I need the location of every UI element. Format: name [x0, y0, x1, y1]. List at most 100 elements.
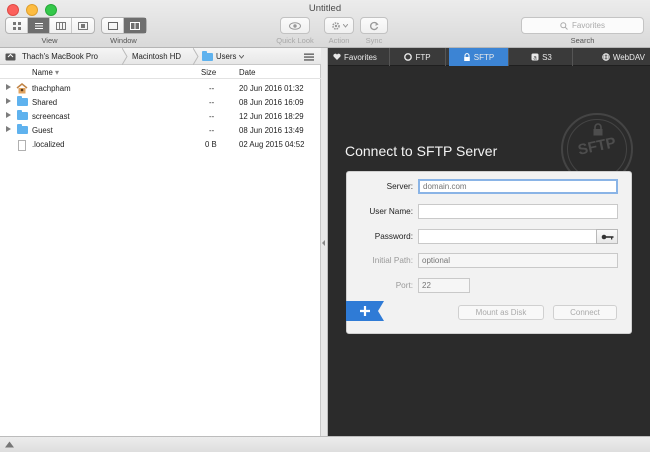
file-name: .localized [32, 140, 65, 149]
window-label: Window [110, 36, 137, 45]
keychain-button[interactable] [596, 229, 618, 244]
file-row[interactable]: Shared -- 08 Jun 2016 16:09 [0, 96, 321, 110]
tab-s3[interactable]: a S3 [511, 48, 573, 66]
single-pane-icon [107, 21, 118, 30]
file-row[interactable]: Guest -- 08 Jun 2016 13:49 [0, 124, 321, 138]
file-name: screencast [32, 112, 70, 121]
file-row[interactable]: screencast -- 12 Jun 2016 18:29 [0, 110, 321, 124]
folder-icon [17, 96, 28, 106]
column-header: Name ▾ Size Date [0, 66, 321, 79]
file-browser-pane: Thach's MacBook Pro Macintosh HD Users N… [0, 48, 321, 436]
date-column-header[interactable]: Date [239, 68, 255, 77]
path-segment-current[interactable]: Users [202, 48, 245, 65]
path-separator-icon [122, 48, 128, 65]
device-icon [5, 53, 16, 61]
column-view-button[interactable] [50, 18, 72, 33]
tab-label: Favorites [344, 52, 377, 62]
single-pane-button[interactable] [102, 18, 124, 33]
file-row[interactable]: thachpham -- 20 Jun 2016 01:32 [0, 82, 321, 96]
disclosure-triangle-icon[interactable] [6, 112, 11, 118]
file-name: Shared [32, 98, 58, 107]
file-size: -- [209, 112, 215, 121]
size-column-header[interactable]: Size [201, 68, 216, 77]
columns-icon [55, 21, 66, 30]
file-date: 08 Jun 2016 16:09 [239, 98, 304, 107]
view-mode-switcher [5, 17, 95, 34]
heart-icon [333, 53, 341, 60]
file-size: -- [209, 98, 215, 107]
disclosure-triangle-icon[interactable] [6, 126, 11, 132]
s3-icon: a [531, 53, 539, 61]
add-favorite-button[interactable] [346, 301, 384, 321]
home-folder-icon [16, 83, 28, 94]
search-field[interactable]: Favorites [521, 17, 644, 34]
action-label: Action [328, 36, 350, 45]
initial-path-input[interactable] [418, 253, 618, 268]
path-segment-computer[interactable]: Thach's MacBook Pro [22, 48, 98, 65]
tab-sftp[interactable]: SFTP [449, 48, 509, 66]
sort-arrow-icon: ▾ [54, 68, 59, 77]
view-label: View [41, 36, 58, 45]
name-column-header[interactable]: Name ▾ [32, 68, 59, 77]
server-input[interactable] [418, 179, 618, 194]
lock-icon [593, 123, 603, 136]
eye-icon [289, 21, 301, 30]
dual-pane-icon [130, 21, 140, 30]
tab-webdav[interactable]: WebDAV [573, 48, 650, 66]
tab-favorites[interactable]: Favorites [328, 48, 390, 66]
file-date: 20 Jun 2016 01:32 [239, 84, 304, 93]
folder-icon [17, 124, 28, 134]
connection-tabs: Favorites FTP SFTP a S3 WebDAV [328, 48, 650, 66]
file-size: -- [209, 126, 215, 135]
quick-look-label: Quick Look [276, 36, 314, 45]
path-segment-volume[interactable]: Macintosh HD [132, 48, 181, 65]
file-name: Guest [32, 126, 53, 135]
sync-icon [370, 21, 379, 30]
icon-view-button[interactable] [6, 18, 28, 33]
tab-label: FTP [415, 52, 431, 62]
ftp-icon [404, 53, 413, 61]
path-separator-icon [193, 48, 199, 65]
gear-icon [331, 21, 340, 30]
path-back-button[interactable] [5, 48, 19, 65]
cover-flow-button[interactable] [72, 18, 94, 33]
disclosure-triangle-icon[interactable] [6, 84, 11, 90]
connect-title: Connect to SFTP Server [345, 143, 498, 159]
file-name: thachpham [32, 84, 71, 93]
path-current-label: Users [216, 52, 237, 61]
dual-pane-button[interactable] [124, 18, 146, 33]
server-label: Server: [386, 182, 413, 191]
list-view-button[interactable] [28, 18, 50, 33]
mount-as-disk-button[interactable]: Mount as Disk [458, 305, 544, 320]
tab-label: S3 [542, 52, 552, 62]
tab-ftp[interactable]: FTP [390, 48, 446, 66]
file-date: 12 Jun 2016 18:29 [239, 112, 304, 121]
path-bar: Thach's MacBook Pro Macintosh HD Users [0, 48, 321, 65]
pane-splitter[interactable] [321, 48, 328, 436]
file-row[interactable]: .localized 0 B 02 Aug 2015 04:52 [0, 138, 321, 152]
window-layout-switcher [101, 17, 147, 34]
pane-menu-button[interactable] [304, 48, 318, 65]
sync-button[interactable] [360, 17, 388, 34]
password-input[interactable] [418, 229, 597, 244]
list-icon [34, 22, 43, 29]
chevron-down-icon [342, 23, 348, 28]
quick-look-button[interactable] [280, 17, 310, 34]
window-toolbar: Untitled View Window Quick Look Action S… [0, 0, 650, 48]
username-input[interactable] [418, 204, 618, 219]
action-button[interactable] [324, 17, 354, 34]
file-size: 0 B [205, 140, 217, 149]
chevron-up-icon[interactable] [5, 441, 14, 448]
file-size: -- [209, 84, 215, 93]
password-label: Password: [374, 232, 413, 241]
splitter-handle-icon [322, 240, 325, 246]
connect-button[interactable]: Connect [553, 305, 617, 320]
file-date: 08 Jun 2016 13:49 [239, 126, 304, 135]
tab-label: WebDAV [612, 52, 645, 62]
grid-icon [12, 21, 21, 30]
port-input[interactable] [418, 278, 470, 293]
disclosure-triangle-icon[interactable] [6, 98, 11, 104]
coverflow-icon [78, 21, 88, 30]
username-label: User Name: [369, 207, 413, 216]
tab-label: SFTP [473, 52, 495, 62]
